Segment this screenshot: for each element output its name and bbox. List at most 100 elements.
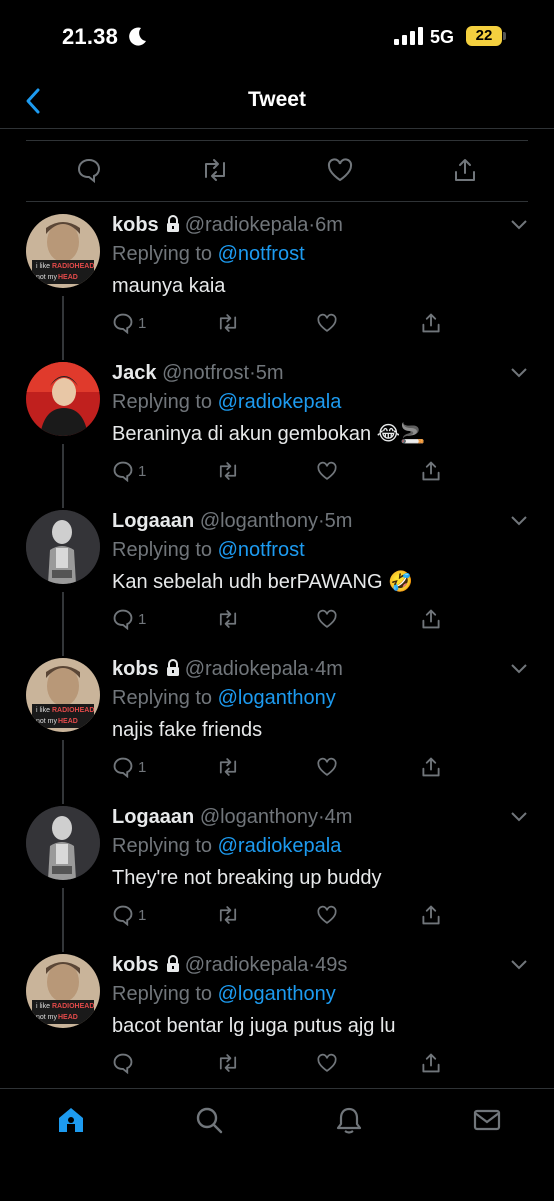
like-icon bbox=[317, 905, 337, 924]
avatar-text: not my bbox=[36, 718, 58, 725]
mention-link[interactable]: @notfrost bbox=[218, 243, 305, 265]
share-button[interactable] bbox=[420, 904, 442, 926]
reply-icon[interactable] bbox=[76, 157, 102, 183]
reply-button[interactable] bbox=[112, 1052, 138, 1074]
reply-tweet[interactable]: Logaaan @loganthony·4m Replying to @radi… bbox=[0, 792, 554, 940]
reply-button[interactable]: 1 bbox=[112, 608, 146, 630]
retweet-button[interactable] bbox=[216, 312, 240, 334]
signal-icon bbox=[394, 27, 423, 45]
avatar[interactable] bbox=[26, 510, 100, 584]
share-button[interactable] bbox=[420, 1052, 442, 1074]
reply-button[interactable]: 1 bbox=[112, 312, 146, 334]
messages-icon[interactable] bbox=[472, 1105, 502, 1135]
mention-link[interactable]: @loganthony bbox=[218, 983, 336, 1005]
like-button[interactable] bbox=[316, 608, 338, 630]
avatar[interactable]: i like RADIOHEAD not my HEAD bbox=[26, 658, 100, 732]
mention-link[interactable]: @radiokepala bbox=[218, 835, 342, 857]
chevron-down-icon[interactable] bbox=[510, 958, 528, 970]
avatar[interactable] bbox=[26, 806, 100, 880]
share-button[interactable] bbox=[420, 312, 442, 334]
replying-label: Replying to bbox=[112, 687, 213, 709]
chevron-down-icon[interactable] bbox=[510, 662, 528, 674]
author-name[interactable]: Jack bbox=[112, 362, 157, 384]
avatar-text: not my bbox=[36, 1014, 58, 1021]
chevron-down-icon[interactable] bbox=[510, 810, 528, 822]
author-name[interactable]: kobs bbox=[112, 214, 159, 236]
like-button[interactable] bbox=[316, 1052, 338, 1074]
avatar-text: HEAD bbox=[58, 274, 78, 281]
retweet-icon bbox=[219, 610, 237, 628]
author-handle[interactable]: @radiokepala bbox=[185, 954, 309, 976]
retweet-button[interactable] bbox=[216, 608, 240, 630]
like-button[interactable] bbox=[316, 312, 338, 334]
search-icon[interactable] bbox=[194, 1105, 224, 1135]
reply-count: 1 bbox=[138, 462, 147, 480]
avatar[interactable] bbox=[26, 362, 100, 436]
avatar-text: i like bbox=[36, 1003, 50, 1010]
share-icon bbox=[422, 461, 440, 481]
mention-link[interactable]: @loganthony bbox=[218, 687, 336, 709]
retweet-button[interactable] bbox=[216, 904, 240, 926]
share-button[interactable] bbox=[420, 460, 442, 482]
author-handle[interactable]: @radiokepala bbox=[185, 658, 309, 680]
timestamp: 4m bbox=[324, 806, 353, 828]
author-name[interactable]: Logaaan bbox=[112, 510, 194, 532]
like-button[interactable] bbox=[316, 756, 338, 778]
like-icon bbox=[317, 313, 337, 332]
author-handle[interactable]: @radiokepala bbox=[185, 214, 309, 236]
reply-tweet[interactable]: Jack @notfrost·5m Replying to @radiokepa… bbox=[0, 348, 554, 496]
reply-tweet[interactable]: i like RADIOHEAD not my HEAD kobs @radiok… bbox=[0, 200, 554, 348]
lock-icon bbox=[166, 659, 179, 676]
reply-button[interactable]: 1 bbox=[112, 904, 146, 926]
avatar-text: RADIOHEAD bbox=[52, 263, 94, 270]
avatar[interactable]: i like RADIOHEAD not my HEAD bbox=[26, 954, 100, 1028]
tab-bar bbox=[0, 1088, 554, 1201]
author-handle[interactable]: @loganthony bbox=[200, 510, 318, 532]
notifications-icon[interactable] bbox=[334, 1105, 364, 1135]
main-tweet-actions bbox=[26, 140, 528, 202]
chevron-down-icon[interactable] bbox=[510, 514, 528, 526]
retweet-button[interactable] bbox=[216, 756, 240, 778]
retweet-button[interactable] bbox=[216, 460, 240, 482]
reply-tweet[interactable]: i like RADIOHEAD not my HEAD kobs @radiok… bbox=[0, 644, 554, 792]
author-handle[interactable]: @notfrost bbox=[162, 362, 249, 384]
like-button[interactable] bbox=[316, 904, 338, 926]
page-title: Tweet bbox=[248, 88, 306, 111]
like-icon bbox=[317, 757, 337, 776]
retweet-button[interactable] bbox=[216, 1052, 240, 1074]
author-name[interactable]: kobs bbox=[112, 658, 159, 680]
avatar-text: HEAD bbox=[58, 718, 78, 725]
timestamp: 6m bbox=[315, 214, 343, 236]
avatar[interactable]: i like RADIOHEAD not my HEAD bbox=[26, 214, 100, 288]
mention-link[interactable]: @notfrost bbox=[218, 539, 305, 561]
nav-bar: Tweet bbox=[0, 76, 554, 129]
home-icon[interactable] bbox=[56, 1105, 86, 1135]
status-time: 21.38 bbox=[62, 24, 119, 49]
retweet-icon bbox=[219, 314, 237, 332]
retweet-icon[interactable] bbox=[200, 157, 230, 183]
reply-tweet[interactable]: Logaaan @loganthony·5m Replying to @notf… bbox=[0, 496, 554, 644]
chevron-down-icon[interactable] bbox=[510, 218, 528, 230]
author-name[interactable]: Logaaan bbox=[112, 806, 194, 828]
reply-icon bbox=[113, 609, 133, 630]
like-button[interactable] bbox=[316, 460, 338, 482]
share-button[interactable] bbox=[420, 608, 442, 630]
reply-tweet[interactable]: i like RADIOHEAD not my HEAD kobs @radiok… bbox=[0, 940, 554, 1088]
tweet-text: najis fake friends bbox=[112, 719, 263, 741]
chevron-down-icon[interactable] bbox=[510, 366, 528, 378]
like-icon[interactable] bbox=[326, 157, 354, 183]
timestamp: 49s bbox=[315, 954, 348, 976]
battery-indicator: 22 bbox=[466, 26, 506, 46]
share-button[interactable] bbox=[420, 756, 442, 778]
reply-button[interactable]: 1 bbox=[112, 756, 146, 778]
replying-label: Replying to bbox=[112, 243, 213, 265]
share-icon bbox=[422, 757, 440, 777]
mention-link[interactable]: @radiokepala bbox=[218, 391, 342, 413]
share-icon[interactable] bbox=[452, 157, 478, 183]
author-handle[interactable]: @loganthony bbox=[200, 806, 318, 828]
share-icon bbox=[422, 313, 440, 333]
reply-button[interactable]: 1 bbox=[112, 460, 146, 482]
like-icon bbox=[317, 461, 337, 480]
author-name[interactable]: kobs bbox=[112, 954, 159, 976]
tweet-text: maunya kaia bbox=[112, 275, 226, 297]
